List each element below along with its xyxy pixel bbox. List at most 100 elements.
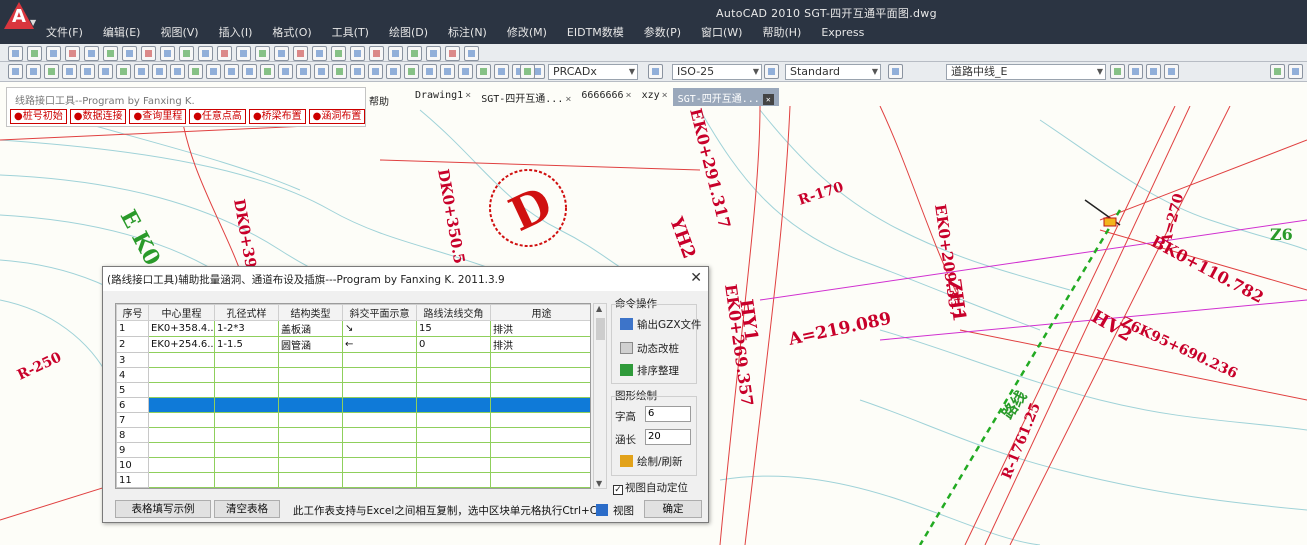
toolbar-tool-icon[interactable] — [293, 46, 308, 61]
table-cell[interactable] — [416, 367, 491, 383]
table-row[interactable]: 7 — [116, 412, 590, 428]
table-row[interactable]: 10 — [116, 457, 590, 473]
file-tab[interactable]: SGT-四开互通... × — [476, 88, 576, 106]
table-cell[interactable] — [416, 427, 491, 443]
menu-item[interactable]: 编辑(E) — [93, 24, 151, 42]
autocad-logo-icon[interactable]: A — [4, 2, 34, 29]
column-header[interactable]: 路线法线交角 — [416, 304, 491, 321]
table-cell[interactable] — [490, 352, 590, 368]
toolbar-tool-icon[interactable] — [350, 64, 365, 79]
row-number[interactable]: 10 — [116, 457, 149, 473]
menu-item[interactable]: 视图(V) — [150, 24, 208, 42]
toolbar-tool-icon[interactable] — [46, 46, 61, 61]
menu-item[interactable]: 标注(N) — [438, 24, 497, 42]
clear-table-button[interactable]: 清空表格 — [214, 500, 280, 518]
menu-item[interactable]: 工具(T) — [322, 24, 379, 42]
table-cell[interactable] — [278, 352, 343, 368]
table-cell[interactable] — [214, 427, 279, 443]
scroll-down-arrow-icon[interactable]: ▼ — [596, 479, 602, 488]
column-header[interactable]: 用途 — [490, 304, 590, 321]
text-style-select[interactable]: PRCADx ▼ — [548, 64, 638, 80]
table-cell[interactable] — [342, 382, 417, 398]
table-cell[interactable] — [416, 352, 491, 368]
row-number[interactable]: 3 — [116, 352, 149, 368]
table-cell[interactable]: ↘ — [342, 320, 417, 337]
table-row[interactable]: 11 — [116, 472, 590, 488]
table-cell[interactable] — [148, 352, 215, 368]
table-cell[interactable] — [416, 472, 491, 488]
view-button[interactable]: 视图 — [596, 503, 634, 518]
table-cell[interactable] — [148, 412, 215, 428]
table-cell[interactable] — [278, 442, 343, 458]
toolbar-tool-icon[interactable] — [520, 64, 535, 79]
toolbar-tool-icon[interactable] — [386, 64, 401, 79]
table-cell[interactable] — [148, 442, 215, 458]
toolbar-tool-icon[interactable] — [314, 64, 329, 79]
file-tab[interactable]: 6666666 × — [576, 88, 636, 106]
toolbar-tool-icon[interactable] — [278, 64, 293, 79]
table-cell[interactable] — [278, 472, 343, 488]
close-icon[interactable]: ✕ — [762, 94, 774, 105]
table-cell[interactable] — [278, 487, 343, 488]
table-cell[interactable] — [278, 412, 343, 428]
ok-button[interactable]: 确定 — [644, 500, 702, 518]
table-cell[interactable] — [490, 487, 590, 488]
table-row[interactable]: 9 — [116, 442, 590, 458]
length-input[interactable]: 20 — [645, 429, 691, 445]
toolbar-tool-icon[interactable] — [116, 64, 131, 79]
table-row[interactable]: 1 EK0+358.4... 1-2*3 盖板涵 ↘ 15 排洪 — [116, 320, 590, 337]
toolstrip-button[interactable]: ●桥梁布置 — [248, 109, 306, 124]
table-cell[interactable]: ← — [342, 336, 417, 353]
file-tab[interactable]: xzy × — [637, 88, 673, 106]
toolbar-tool-icon[interactable] — [141, 46, 156, 61]
autolocate-checkbox[interactable]: ✓ 视图自动定位 — [613, 480, 688, 495]
table-cell[interactable] — [490, 472, 590, 488]
toolbar-tool-icon[interactable] — [648, 64, 663, 79]
toolbar-tool-icon[interactable] — [198, 46, 213, 61]
toolbar-tool-icon[interactable] — [255, 46, 270, 61]
table-row[interactable]: 4 — [116, 367, 590, 383]
toolbar-tool-icon[interactable] — [103, 46, 118, 61]
toolbar-tool-icon[interactable] — [236, 46, 251, 61]
row-number[interactable]: 1 — [116, 320, 149, 337]
table-cell[interactable] — [490, 457, 590, 473]
table-row[interactable]: 3 — [116, 352, 590, 368]
table-style-select[interactable]: Standard ▼ — [785, 64, 881, 80]
table-cell[interactable] — [214, 487, 279, 488]
toolbar-tool-icon[interactable] — [312, 46, 327, 61]
table-cell[interactable]: 盖板涵 — [278, 320, 343, 337]
table-cell[interactable] — [148, 487, 215, 488]
toolbar-tool-icon[interactable] — [388, 46, 403, 61]
table-cell[interactable] — [416, 487, 491, 488]
table-row[interactable]: 12 — [116, 487, 590, 488]
table-cell[interactable] — [342, 457, 417, 473]
toolbar-tool-icon[interactable] — [217, 46, 232, 61]
table-scrollbar[interactable]: ▲ ▼ — [593, 303, 607, 489]
toolbar-tool-icon[interactable] — [260, 64, 275, 79]
draw-refresh-button[interactable]: 绘制/刷新 — [620, 454, 683, 469]
toolbar-tool-icon[interactable] — [8, 46, 23, 61]
table-cell[interactable] — [416, 397, 491, 413]
toolbar-tool-icon[interactable] — [274, 46, 289, 61]
table-cell[interactable] — [214, 397, 279, 413]
toolbar-tool-icon[interactable] — [160, 46, 175, 61]
fill-example-button[interactable]: 表格填写示例 — [115, 500, 211, 518]
table-cell[interactable] — [416, 442, 491, 458]
toolbar-tool-icon[interactable] — [1164, 64, 1179, 79]
toolbar-tool-icon[interactable] — [1128, 64, 1143, 79]
table-cell[interactable] — [148, 427, 215, 443]
table-cell[interactable] — [490, 397, 590, 413]
row-number[interactable]: 6 — [116, 397, 149, 413]
table-cell[interactable]: 0 — [416, 336, 491, 353]
font-height-input[interactable]: 6 — [645, 406, 691, 422]
menu-item[interactable]: Express — [811, 24, 874, 42]
layer-select[interactable]: 道路中线_E ▼ — [946, 64, 1106, 80]
toolbar-tool-icon[interactable] — [98, 64, 113, 79]
table-cell[interactable]: EK0+254.6... — [148, 336, 215, 353]
row-number[interactable]: 12 — [116, 487, 149, 488]
toolbar-tool-icon[interactable] — [27, 46, 42, 61]
toolbar-tool-icon[interactable] — [331, 46, 346, 61]
table-cell[interactable]: 15 — [416, 320, 491, 337]
menu-item[interactable]: 帮助(H) — [752, 24, 811, 42]
table-cell[interactable] — [278, 427, 343, 443]
